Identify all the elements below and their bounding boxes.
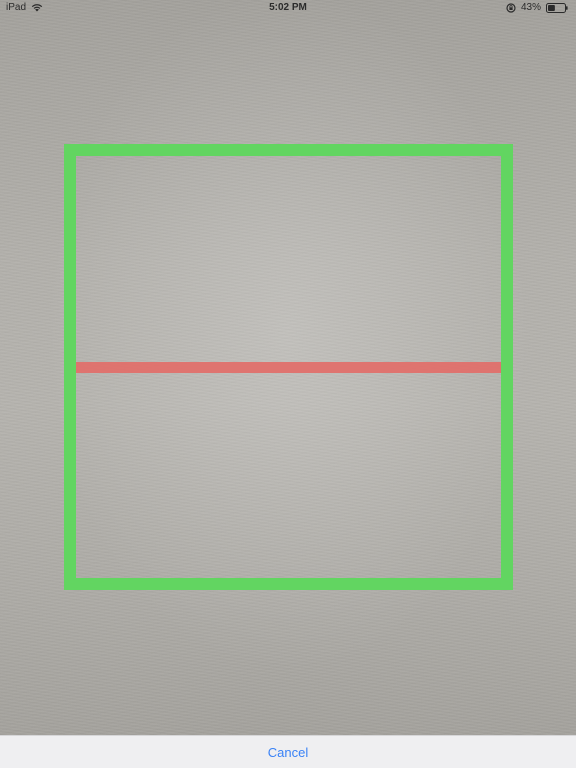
lock-rotation-icon <box>506 2 516 13</box>
camera-preview <box>0 0 576 735</box>
battery-fill <box>548 4 555 11</box>
battery-icon <box>546 2 568 13</box>
battery-percent: 43% <box>520 2 541 13</box>
status-time: 5:02 PM <box>269 2 307 13</box>
bottom-toolbar: Cancel <box>0 735 576 768</box>
status-right: 43% <box>506 2 568 13</box>
status-bar: iPad 5:02 PM 43% <box>0 0 576 18</box>
cancel-button[interactable]: Cancel <box>248 742 328 762</box>
scan-line <box>76 362 501 373</box>
